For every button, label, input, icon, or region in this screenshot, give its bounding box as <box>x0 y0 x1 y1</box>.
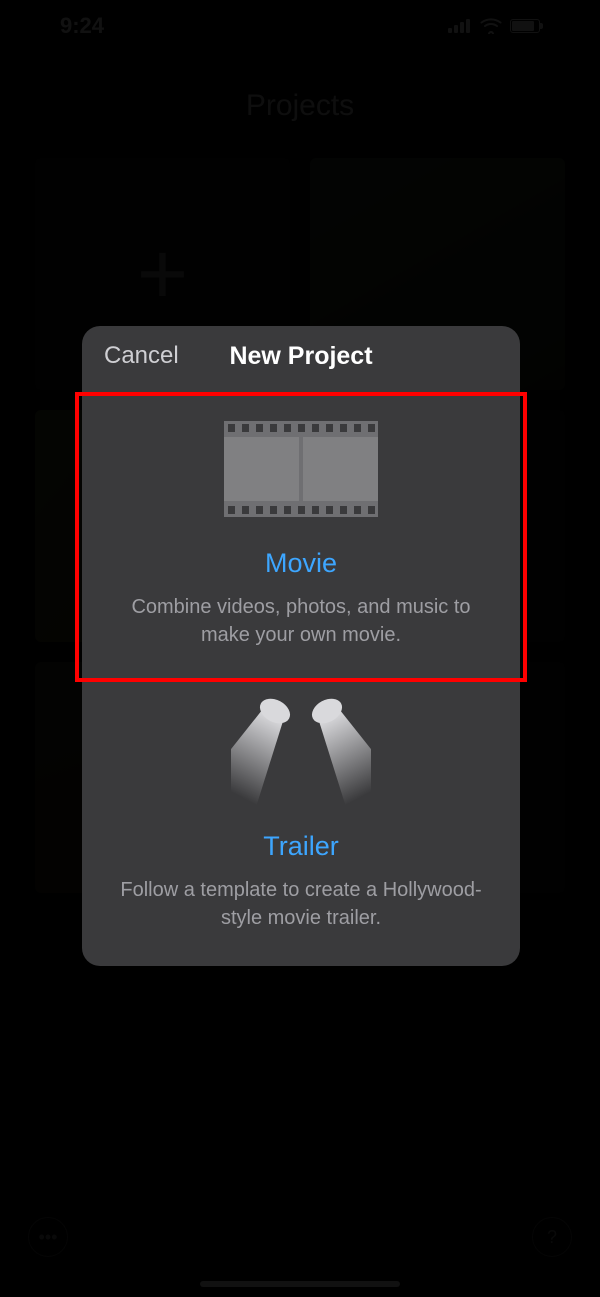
filmstrip-icon <box>116 414 486 524</box>
trailer-option-title: Trailer <box>116 831 486 862</box>
movie-option-title: Movie <box>116 548 486 579</box>
sheet-header: Cancel New Project <box>82 326 520 384</box>
new-project-sheet: Cancel New Project Movie Combine videos,… <box>82 326 520 966</box>
cancel-button[interactable]: Cancel <box>104 342 179 370</box>
movie-option[interactable]: Movie Combine videos, photos, and music … <box>82 384 520 683</box>
movie-option-description: Combine videos, photos, and music to mak… <box>116 593 486 649</box>
spotlight-icon <box>116 697 486 807</box>
trailer-option-description: Follow a template to create a Hollywood-… <box>116 876 486 932</box>
trailer-option[interactable]: Trailer Follow a template to create a Ho… <box>82 683 520 966</box>
